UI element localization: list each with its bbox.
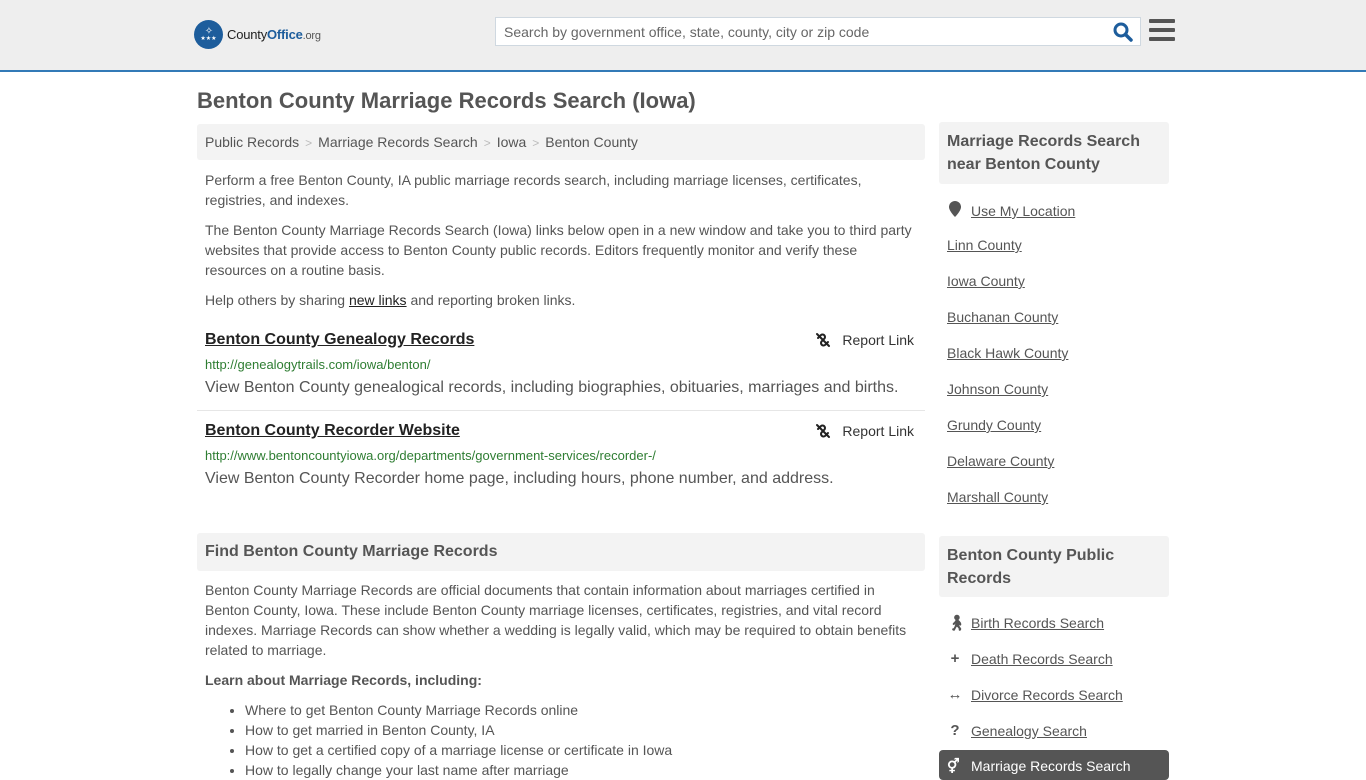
search-icon [1113,22,1133,42]
nearby-county-item: Iowa County [947,273,1025,289]
logo-office: Office [267,27,303,42]
public-records-heading: Benton County Public Records [939,536,1169,597]
county-link-delaware[interactable]: Delaware County [947,453,1054,469]
breadcrumb-benton-county[interactable]: Benton County [545,134,638,150]
site-header: ✧ ★★★ CountyOffice.org [0,0,1366,72]
page-title: Benton County Marriage Records Search (I… [197,88,696,113]
learn-list-item: How to get married in Benton County, IA [245,720,672,740]
intro-text: Perform a free Benton County, IA public … [205,170,917,320]
birth-records-link[interactable]: Birth Records Search [971,615,1104,631]
nearby-heading: Marriage Records Search near Benton Coun… [939,122,1169,184]
logo-name: County [227,27,267,42]
death-records-link[interactable]: Death Records Search [971,651,1113,667]
nearby-county-item: Black Hawk County [947,345,1068,361]
breadcrumb-separator: > [532,136,540,150]
result-url: http://genealogytrails.com/iowa/benton/ [205,357,431,372]
use-my-location-link[interactable]: Use My Location [971,203,1075,219]
plus-icon: + [950,650,960,667]
public-records-item-active[interactable]: ⚥ Marriage Records Search [939,750,1169,780]
arrows-horizontal-icon: ↔ [947,686,963,703]
county-link-iowa[interactable]: Iowa County [947,273,1025,289]
learn-list-item: Where to get Benton County Marriage Reco… [245,700,672,720]
report-link-button[interactable]: Report Link [815,423,914,439]
nearby-county-item: Johnson County [947,381,1048,397]
nearby-county-item: Delaware County [947,453,1054,469]
learn-list-item: How to legally change your last name aft… [245,760,672,780]
broken-link-icon [816,424,831,438]
county-link-black-hawk[interactable]: Black Hawk County [947,345,1068,361]
find-records-description: Benton County Marriage Records are offic… [205,582,907,658]
result-title-link[interactable]: Benton County Recorder Website [205,422,460,440]
site-logo[interactable]: ✧ ★★★ CountyOffice.org [194,20,321,49]
intro-paragraph: The Benton County Marriage Records Searc… [205,222,912,278]
breadcrumb-marriage-records-search[interactable]: Marriage Records Search [318,134,478,150]
search-button[interactable] [1112,21,1134,43]
report-link-label: Report Link [842,332,914,348]
public-records-item: ? Genealogy Search [947,722,1087,739]
help-text: Help others by sharing [205,292,349,308]
report-link-label: Report Link [842,423,914,439]
logo-tld: .org [302,30,321,42]
result-url: http://www.bentoncountyiowa.org/departme… [205,448,656,463]
search-input[interactable] [496,18,1106,45]
public-records-item: + Death Records Search [947,650,1113,667]
learn-heading: Learn about Marriage Records, including: [205,672,482,688]
county-link-marshall[interactable]: Marshall County [947,489,1048,505]
public-records-item: ↔ Divorce Records Search [947,686,1123,703]
search-bar [495,17,1141,46]
learn-list: Where to get Benton County Marriage Reco… [245,700,672,780]
breadcrumb-separator: > [305,136,313,150]
county-link-johnson[interactable]: Johnson County [947,381,1048,397]
county-link-linn[interactable]: Linn County [947,237,1022,253]
result-item: Benton County Genealogy Records Report L… [197,328,925,411]
marriage-icon: ⚥ [947,758,960,774]
public-records-item: 🚶︎ Birth Records Search [947,614,1104,632]
logo-text: CountyOffice.org [227,27,321,42]
breadcrumb-separator: > [483,136,491,150]
intro-paragraph: Perform a free Benton County, IA public … [205,172,862,208]
eagle-logo-icon: ✧ ★★★ [194,20,223,49]
county-link-buchanan[interactable]: Buchanan County [947,309,1058,325]
question-icon: ? [950,722,960,739]
report-link-button[interactable]: Report Link [815,332,914,348]
genealogy-search-link[interactable]: Genealogy Search [971,723,1087,739]
use-my-location-item: Use My Location [947,201,1075,221]
nearby-county-item: Marshall County [947,489,1048,505]
broken-link-icon [816,333,831,347]
county-link-grundy[interactable]: Grundy County [947,417,1041,433]
menu-bar [1149,28,1175,32]
breadcrumb-iowa[interactable]: Iowa [497,134,527,150]
result-description: View Benton County Recorder home page, i… [205,470,834,487]
divorce-records-link[interactable]: Divorce Records Search [971,687,1123,703]
marriage-records-link[interactable]: Marriage Records Search [971,758,1131,774]
nearby-county-item: Grundy County [947,417,1041,433]
child-icon: 🚶︎ [947,615,967,632]
help-text: and reporting broken links. [406,292,576,308]
result-title-link[interactable]: Benton County Genealogy Records [205,331,474,349]
hamburger-menu-button[interactable] [1149,19,1175,42]
nearby-county-item: Linn County [947,237,1022,253]
learn-list-item: How to get a certified copy of a marriag… [245,740,672,760]
menu-bar [1149,19,1175,23]
map-marker-icon [947,201,963,221]
nearby-county-item: Buchanan County [947,309,1058,325]
help-paragraph: Help others by sharing new links and rep… [205,290,917,310]
breadcrumb: Public Records > Marriage Records Search > I… [197,124,925,160]
find-records-heading: Find Benton County Marriage Records [197,533,925,571]
result-description: View Benton County genealogical records,… [205,379,899,396]
new-links-link[interactable]: new links [349,292,407,308]
menu-bar [1149,37,1175,41]
breadcrumb-public-records[interactable]: Public Records [205,134,299,150]
